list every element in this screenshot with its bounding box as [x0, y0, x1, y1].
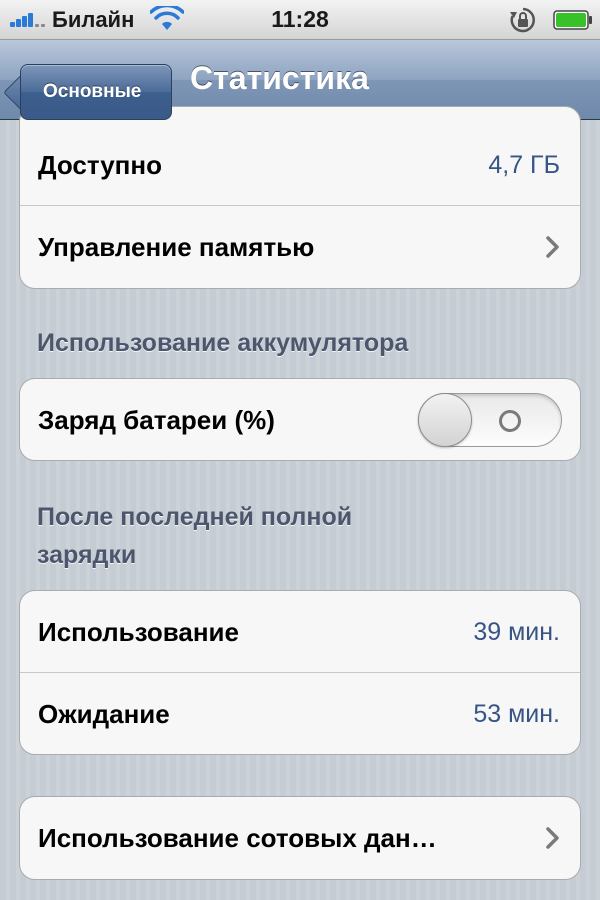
- chevron-right-icon: [546, 827, 559, 849]
- usage-value: 39 мин.: [473, 618, 560, 646]
- manage-storage-label: Управление памятью: [38, 232, 315, 262]
- row-available: Доступно 4,7 ГБ: [20, 107, 580, 206]
- page-title: Статистика: [190, 60, 369, 96]
- battery-percentage-group: Заряд батареи (%): [19, 378, 581, 461]
- usage-label: Использование: [38, 617, 239, 647]
- row-cellular-usage[interactable]: Использование сотовых дан…: [20, 797, 580, 879]
- back-button[interactable]: Основные: [20, 64, 172, 120]
- row-manage-storage[interactable]: Управление памятью: [20, 206, 580, 288]
- since-charge-header-line1: После последней полной: [37, 503, 353, 531]
- battery-usage-header: Использование аккумулятора: [37, 329, 409, 357]
- battery-icon: [553, 10, 592, 30]
- toggle-off-icon: [499, 410, 521, 432]
- row-usage: Использование 39 мин.: [20, 591, 580, 673]
- battery-percentage-label: Заряд батареи (%): [38, 405, 275, 435]
- storage-group: Доступно 4,7 ГБ Управление памятью: [19, 106, 581, 289]
- rotation-lock-icon: [510, 7, 535, 33]
- toggle-knob: [418, 393, 472, 447]
- cellular-group: Использование сотовых дан…: [19, 796, 581, 880]
- available-value: 4,7 ГБ: [488, 151, 560, 179]
- standby-value: 53 мин.: [473, 700, 560, 728]
- since-charge-header: После последней полной зарядки: [37, 498, 557, 574]
- row-standby: Ожидание 53 мин.: [20, 673, 580, 754]
- battery-percentage-toggle[interactable]: [418, 393, 562, 447]
- since-charge-header-line2: зарядки: [37, 541, 137, 569]
- chevron-right-icon: [546, 236, 559, 258]
- usage-standby-group: Использование 39 мин. Ожидание 53 мин.: [19, 590, 581, 755]
- standby-label: Ожидание: [38, 699, 170, 729]
- status-bar: Билайн 11:28: [0, 0, 600, 40]
- available-label: Доступно: [38, 150, 162, 180]
- row-battery-percentage: Заряд батареи (%): [20, 379, 580, 460]
- cellular-usage-label: Использование сотовых дан…: [38, 823, 437, 853]
